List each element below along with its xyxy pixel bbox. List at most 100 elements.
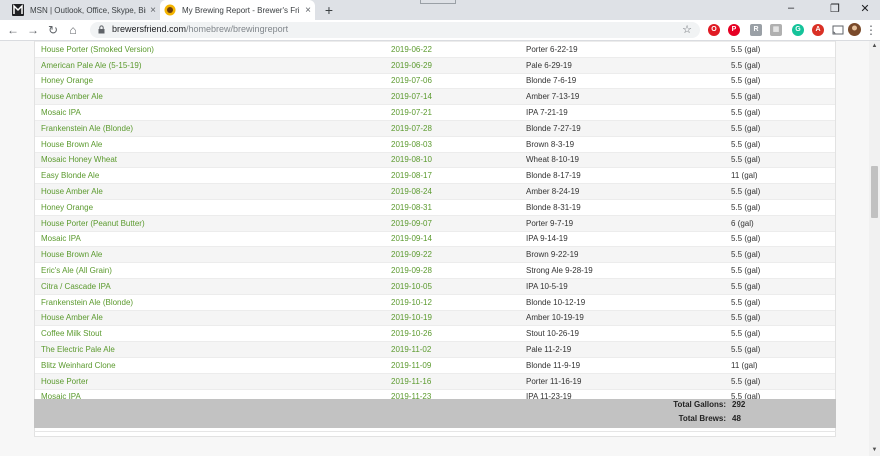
new-tab-button[interactable]: +: [322, 2, 336, 18]
recipe-name-link[interactable]: Eric's Ale (All Grain): [35, 262, 385, 279]
grammarly-icon[interactable]: G: [792, 24, 804, 36]
brew-date-link[interactable]: 2019-08-03: [385, 135, 520, 153]
avatar[interactable]: [848, 23, 861, 36]
brew-date-link[interactable]: 2019-08-24: [385, 183, 520, 200]
recipe-name-link[interactable]: House Amber Ale: [35, 309, 385, 326]
url-text[interactable]: brewersfriend.com/homebrew/brewingreport: [112, 24, 288, 34]
table-row: Frankenstein Ale (Blonde) 2019-07-28 Blond…: [35, 119, 835, 137]
brew-date-link[interactable]: 2019-10-19: [385, 309, 520, 326]
restore-button[interactable]: ❐: [826, 2, 844, 15]
browser-menu-icon[interactable]: ⋮: [864, 23, 878, 37]
brew-date-link[interactable]: 2019-06-29: [385, 56, 520, 74]
total-brews-row: Total Brews: 48: [679, 414, 766, 428]
table-row: The Electric Pale Ale 2019-11-02 Pale 11-2…: [35, 341, 835, 358]
address-bar[interactable]: brewersfriend.com/homebrew/brewingreport…: [90, 22, 700, 38]
recipe-name-link[interactable]: Frankenstein Ale (Blonde): [35, 293, 385, 311]
brew-date-link[interactable]: 2019-11-16: [385, 372, 520, 390]
close-tab-icon[interactable]: ×: [301, 5, 315, 16]
reload-button[interactable]: ↻: [46, 23, 60, 37]
recipe-name-link[interactable]: Citra / Cascade IPA: [35, 277, 385, 295]
back-button[interactable]: ←: [6, 23, 20, 37]
tab-msn[interactable]: MSN | Outlook, Office, Skype, Bin ×: [8, 0, 160, 20]
brewers-friend-icon: [164, 4, 176, 16]
recipe-name-link[interactable]: House Amber Ale: [35, 183, 385, 200]
batch-code: Pale 11-2-19: [520, 341, 725, 358]
batch-size: 5.5 (gal): [725, 277, 835, 295]
recipe-name-link[interactable]: Coffee Milk Stout: [35, 325, 385, 342]
url-path: /homebrew/brewingreport: [186, 24, 289, 34]
brew-date-link[interactable]: 2019-10-05: [385, 277, 520, 295]
batch-code: Brown 9-22-19: [520, 246, 725, 263]
close-tab-icon[interactable]: ×: [146, 5, 160, 16]
table-row: House Porter (Peanut Butter) 2019-09-07 Po…: [35, 214, 835, 232]
scroll-up-arrow-icon[interactable]: ▲: [869, 41, 880, 52]
batch-code: IPA 10-5-19: [520, 277, 725, 295]
tab-drag-handle[interactable]: [420, 0, 456, 4]
brew-date-link[interactable]: 2019-07-21: [385, 104, 520, 121]
recipe-name-link[interactable]: Easy Blonde Ale: [35, 167, 385, 184]
batch-size: 5.5 (gal): [725, 56, 835, 74]
brew-date-link[interactable]: 2019-08-17: [385, 167, 520, 184]
brew-date-link[interactable]: 2019-09-22: [385, 246, 520, 263]
recipe-name-link[interactable]: House Amber Ale: [35, 88, 385, 105]
table-row: Honey Orange 2019-08-31 Blonde 8-31-19 5.5 …: [35, 198, 835, 216]
brew-date-link[interactable]: 2019-06-22: [385, 41, 520, 58]
opera-icon[interactable]: O: [708, 24, 720, 36]
table-row: Easy Blonde Ale 2019-08-17 Blonde 8-17-19 1…: [35, 167, 835, 184]
minimize-button[interactable]: –: [782, 2, 800, 14]
tab-strip: MSN | Outlook, Office, Skype, Bin × My B…: [0, 0, 880, 20]
extension-gray-icon[interactable]: R: [750, 24, 762, 36]
table-row: House Amber Ale 2019-07-14 Amber 7-13-19 5.…: [35, 88, 835, 105]
recipe-name-link[interactable]: House Brown Ale: [35, 246, 385, 263]
batch-code: Wheat 8-10-19: [520, 151, 725, 168]
batch-code: Pale 6-29-19: [520, 56, 725, 74]
brew-date-link[interactable]: 2019-07-06: [385, 72, 520, 89]
extension-box-icon[interactable]: ▦: [770, 24, 782, 36]
batch-size: 5.5 (gal): [725, 135, 835, 153]
batch-size: 5.5 (gal): [725, 183, 835, 200]
batch-code: Amber 8-24-19: [520, 183, 725, 200]
forward-button[interactable]: →: [26, 23, 40, 37]
recipe-name-link[interactable]: Blitz Weinhard Clone: [35, 356, 385, 374]
brew-date-link[interactable]: 2019-09-07: [385, 214, 520, 232]
recipe-name-link[interactable]: House Brown Ale: [35, 135, 385, 153]
recipe-name-link[interactable]: Honey Orange: [35, 72, 385, 89]
brew-date-link[interactable]: 2019-08-10: [385, 151, 520, 168]
brew-date-link[interactable]: 2019-10-12: [385, 293, 520, 311]
brew-date-link[interactable]: 2019-07-28: [385, 119, 520, 137]
recipe-name-link[interactable]: House Porter (Smoked Version): [35, 41, 385, 58]
brew-date-link[interactable]: 2019-09-14: [385, 230, 520, 247]
recipe-name-link[interactable]: Frankenstein Ale (Blonde): [35, 119, 385, 137]
recipe-name-link[interactable]: Mosaic Honey Wheat: [35, 151, 385, 168]
brew-date-link[interactable]: 2019-11-09: [385, 356, 520, 374]
close-window-button[interactable]: ✕: [856, 2, 874, 15]
adblock-icon[interactable]: A: [812, 24, 824, 36]
recipe-name-link[interactable]: American Pale Ale (5-15-19): [35, 56, 385, 74]
brew-date-link[interactable]: 2019-07-14: [385, 88, 520, 105]
bookmark-star-icon[interactable]: ☆: [682, 23, 692, 36]
scrollbar-thumb[interactable]: [871, 166, 878, 218]
brew-date-link[interactable]: 2019-11-02: [385, 341, 520, 358]
recipe-name-link[interactable]: The Electric Pale Ale: [35, 341, 385, 358]
scroll-down-arrow-icon[interactable]: ▼: [869, 445, 880, 456]
batch-code: Brown 8-3-19: [520, 135, 725, 153]
brew-date-link[interactable]: 2019-10-26: [385, 325, 520, 342]
batch-code: Stout 10-26-19: [520, 325, 725, 342]
card-bottom-border: [34, 431, 836, 432]
home-button[interactable]: ⌂: [66, 23, 80, 37]
table-row: American Pale Ale (5-15-19) 2019-06-29 Pal…: [35, 56, 835, 74]
table-row: Eric's Ale (All Grain) 2019-09-28 Strong A…: [35, 262, 835, 279]
tab-brewing-report[interactable]: My Brewing Report - Brewer's Fri ×: [160, 0, 315, 20]
recipe-name-link[interactable]: Honey Orange: [35, 198, 385, 216]
cast-icon[interactable]: [832, 24, 844, 36]
recipe-name-link[interactable]: Mosaic IPA: [35, 104, 385, 121]
batch-size: 5.5 (gal): [725, 119, 835, 137]
brew-date-link[interactable]: 2019-09-28: [385, 262, 520, 279]
recipe-name-link[interactable]: House Porter: [35, 372, 385, 390]
pinterest-icon[interactable]: P: [728, 24, 740, 36]
table-row: House Porter (Smoked Version) 2019-06-22 P…: [35, 41, 835, 58]
brew-date-link[interactable]: 2019-08-31: [385, 198, 520, 216]
page-scrollbar[interactable]: ▲ ▼: [869, 41, 880, 456]
recipe-name-link[interactable]: Mosaic IPA: [35, 230, 385, 247]
recipe-name-link[interactable]: House Porter (Peanut Butter): [35, 214, 385, 232]
